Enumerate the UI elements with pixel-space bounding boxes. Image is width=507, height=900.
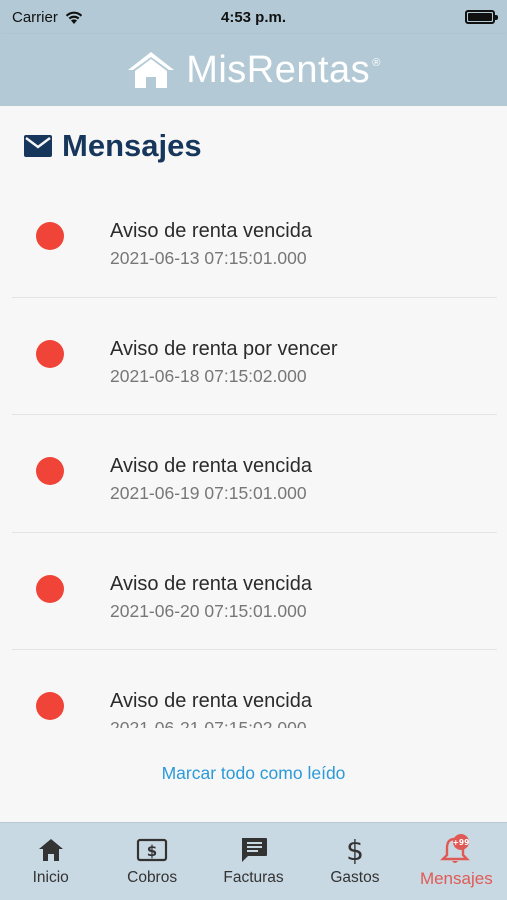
house-icon: [128, 52, 175, 88]
notification-badge: +99: [453, 838, 470, 847]
message-date: 2021-06-13 07:15:01.000: [110, 248, 307, 268]
message-title: Aviso de renta vencida: [110, 220, 312, 242]
battery-icon: [465, 10, 498, 24]
page-header: Mensajes: [24, 128, 202, 164]
home-icon: [38, 839, 63, 861]
carrier-label: Carrier: [12, 8, 58, 26]
envelope-icon: [24, 135, 52, 157]
svg-text:$: $: [346, 835, 364, 865]
nav-item-facturas[interactable]: Facturas: [203, 823, 304, 900]
message-date: 2021-06-21 07:15:02.000: [110, 718, 307, 728]
unread-indicator: [36, 457, 64, 485]
nav-label: Gastos: [330, 869, 380, 886]
message-title: Aviso de renta por vencer: [110, 337, 338, 360]
nav-label: Mensajes: [419, 869, 493, 888]
message-list[interactable]: Aviso de renta vencida 2021-06-13 07:15:…: [12, 180, 497, 728]
nav-item-mensajes[interactable]: +99 Mensajes: [406, 823, 507, 900]
app-header: MisRentas ®: [0, 34, 507, 106]
message-title: Aviso de renta vencida: [110, 690, 312, 712]
message-item[interactable]: Aviso de renta vencida 2021-06-13 07:15:…: [12, 180, 497, 298]
message-item[interactable]: Aviso de renta vencida 2021-06-21 07:15:…: [12, 650, 497, 728]
status-bar: Carrier 4:53 p.m.: [0, 0, 507, 34]
unread-indicator: [36, 692, 64, 720]
status-left: Carrier: [12, 9, 84, 26]
content-area: Mensajes Aviso de renta vencida 2021-06-…: [0, 106, 507, 822]
wifi-icon: [65, 11, 83, 24]
message-item[interactable]: Aviso de renta vencida 2021-06-20 07:15:…: [12, 533, 497, 650]
message-date: 2021-06-20 07:15:01.000: [110, 600, 307, 621]
message-date: 2021-06-18 07:15:02.000: [110, 365, 307, 386]
message-item[interactable]: Aviso de renta vencida 2021-06-19 07:15:…: [12, 415, 497, 533]
dollar-bill-icon: $: [137, 838, 168, 862]
bell-icon: +99: [440, 834, 471, 863]
nav-label: Facturas: [223, 869, 284, 886]
message-title: Aviso de renta vencida: [110, 455, 312, 477]
svg-text:$: $: [147, 842, 157, 860]
nav-item-gastos[interactable]: $ Gastos: [304, 823, 405, 900]
page-title: Mensajes: [62, 128, 202, 163]
brand-logo: MisRentas ®: [186, 49, 381, 92]
message-item[interactable]: Aviso de renta por vencer 2021-06-18 07:…: [12, 298, 497, 415]
nav-item-inicio[interactable]: Inicio: [0, 823, 101, 900]
nav-item-cobros[interactable]: $ Cobros: [101, 823, 202, 900]
message-title: Aviso de renta vencida: [110, 572, 312, 595]
nav-label: Cobros: [127, 869, 178, 886]
nav-label: Inicio: [32, 869, 69, 886]
registered-mark: ®: [372, 56, 381, 69]
brand-name: MisRentas: [186, 48, 371, 91]
mark-all-read-link[interactable]: Marcar todo como leído: [0, 763, 507, 784]
bottom-nav: Inicio $ Cobros Facturas $ Gastos +99 Me…: [0, 822, 507, 900]
message-icon: [241, 838, 267, 862]
unread-indicator: [36, 222, 64, 250]
unread-indicator: [36, 339, 64, 368]
unread-indicator: [36, 574, 64, 603]
message-date: 2021-06-19 07:15:01.000: [110, 483, 307, 503]
dollar-sign-icon: $: [346, 835, 364, 865]
